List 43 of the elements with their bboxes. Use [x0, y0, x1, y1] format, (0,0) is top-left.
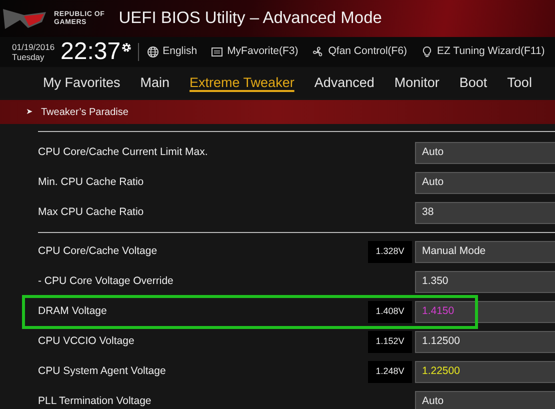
setting-label: Min. CPU Cache Ratio: [38, 175, 145, 190]
date-text: 01/19/2016: [12, 42, 55, 52]
value-field[interactable]: 1.12500: [415, 331, 555, 353]
value-field[interactable]: Auto: [415, 142, 555, 164]
value-field[interactable]: 38: [415, 202, 555, 224]
setting-label: CPU System Agent Voltage: [38, 364, 167, 380]
voltage-reading: 1.152V: [368, 331, 412, 353]
value-field[interactable]: 1.350: [415, 271, 555, 293]
menu-tab[interactable]: Tool: [497, 72, 542, 94]
lightbulb-icon: [421, 46, 434, 58]
clock-time: 22:37: [60, 40, 121, 64]
value-field[interactable]: Manual Mode: [415, 241, 555, 263]
setting-label: PLL Termination Voltage: [38, 394, 152, 409]
toolbar-button[interactable]: English: [162, 44, 198, 60]
toolbar-button[interactable]: MyFavorite(F3): [227, 44, 298, 60]
window-title: UEFI BIOS Utility – Advanced Mode: [118, 8, 382, 30]
menu-tab[interactable]: My Favorites: [33, 72, 130, 94]
menu-tab[interactable]: Extreme Tweaker: [180, 72, 304, 94]
voltage-reading: 1.328V: [368, 241, 412, 263]
value-field[interactable]: Auto: [415, 391, 555, 409]
menu-tab[interactable]: Main: [130, 72, 180, 94]
setting-label: CPU Core/Cache Current Limit Max.: [38, 145, 209, 160]
fan-icon: [312, 46, 324, 58]
toolbar-button[interactable]: Qfan Control(F6): [328, 44, 408, 60]
breadcrumb-text[interactable]: Tweaker’s Paradise: [41, 104, 128, 120]
voltage-reading: 1.248V: [368, 361, 412, 383]
globe-icon: [146, 46, 159, 58]
weekday-text: Tuesday: [12, 52, 46, 62]
arrow-icon: ➤: [26, 106, 33, 118]
setting-label: Max CPU Cache Ratio: [38, 205, 145, 220]
value-field[interactable]: Auto: [415, 172, 555, 194]
menu-tab[interactable]: Advanced: [304, 72, 384, 94]
setting-label: DRAM Voltage: [38, 304, 108, 320]
value-field[interactable]: 1.22500: [415, 361, 555, 383]
toolbar-button[interactable]: EZ Tuning Wizard(F11): [437, 44, 545, 60]
voltage-reading: 1.408V: [368, 301, 412, 323]
folder-icon: [211, 46, 224, 58]
menu-tab[interactable]: Monitor: [384, 72, 450, 94]
menu-tab[interactable]: Boot: [449, 72, 498, 94]
settings-icon[interactable]: [120, 42, 132, 53]
setting-label: - CPU Core Voltage Override: [38, 274, 174, 290]
setting-label: CPU VCCIO Voltage: [38, 334, 136, 350]
setting-label: CPU Core/Cache Voltage: [38, 244, 158, 260]
